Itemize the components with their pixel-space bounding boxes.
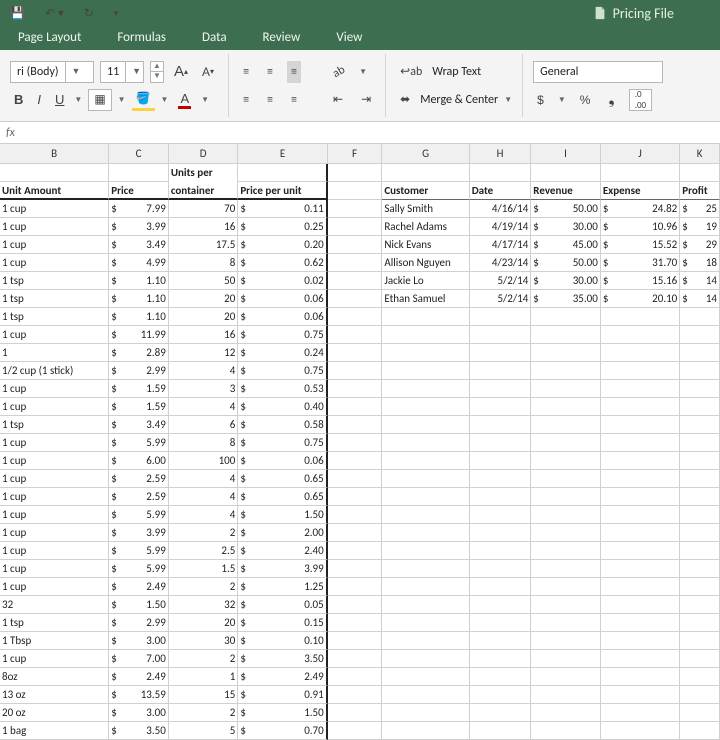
undo-icon[interactable]: ↶ ▾	[41, 2, 68, 24]
merge-icon[interactable]: ⬌	[396, 89, 414, 111]
font-size-combo[interactable]: 11▼	[100, 61, 144, 83]
spreadsheet-grid[interactable]: B C D E F G H I J K Units perUnit Amount…	[0, 144, 720, 740]
table-row[interactable]: 1 cup$5.994$1.50	[0, 506, 720, 524]
wrap-text-button[interactable]: Wrap Text	[432, 65, 481, 79]
window-title: Pricing File	[613, 5, 674, 22]
decrease-indent-icon[interactable]: ⇤	[329, 89, 347, 111]
underline-dropdown-icon[interactable]: ▼	[74, 95, 82, 105]
table-row[interactable]: 32$1.5032$0.05	[0, 596, 720, 614]
table-row[interactable]: 1 tsp$1.1020$0.06	[0, 308, 720, 326]
table-row[interactable]: 1 Tbsp$3.0030$0.10	[0, 632, 720, 650]
table-row[interactable]: 1/2 cup (1 stick)$2.994$0.75	[0, 362, 720, 380]
table-row[interactable]: 1 tsp$2.9920$0.15	[0, 614, 720, 632]
tab-page-layout[interactable]: Page Layout	[0, 26, 99, 50]
table-row[interactable]: 1 cup$1.594$0.40	[0, 398, 720, 416]
table-row[interactable]: 13 oz$13.5915$0.91	[0, 686, 720, 704]
tab-review[interactable]: Review	[245, 26, 319, 50]
bold-button[interactable]: B	[10, 89, 27, 111]
fontcolor-dropdown-icon[interactable]: ▼	[201, 95, 209, 105]
table-row[interactable]: 1 cup$5.992.5$2.40	[0, 542, 720, 560]
merge-center-button[interactable]: Merge & Center	[420, 93, 498, 107]
table-row[interactable]: 1 cup$3.9916$0.25Rachel Adams4/19/14$30.…	[0, 218, 720, 236]
group-font: ri (Body)▼ 11▼ ▲▼ A▴ A▾ B I U ▼ ▦ ▼ 🪣 ▼ …	[0, 54, 229, 117]
qat-customize-icon[interactable]: ▾	[110, 2, 123, 24]
table-row[interactable]: 1 cup$2.594$0.65	[0, 488, 720, 506]
group-wrap-merge: ↩ab Wrap Text ⬌ Merge & Center ▼	[386, 54, 523, 117]
underline-button[interactable]: U	[51, 89, 68, 111]
table-row[interactable]: 1 tsp$1.1050$0.02Jackie Lo5/2/14$30.00$1…	[0, 272, 720, 290]
col-header[interactable]: B	[0, 144, 109, 164]
table-row[interactable]: 1 cup$7.002$3.50	[0, 650, 720, 668]
table-row[interactable]: 1 cup$11.9916$0.75	[0, 326, 720, 344]
comma-button[interactable]: ❟	[604, 89, 618, 111]
font-name-combo[interactable]: ri (Body)▼	[10, 61, 94, 83]
align-right-icon[interactable]: ≡	[287, 89, 301, 111]
align-middle-icon[interactable]: ≡	[263, 61, 277, 83]
merge-dropdown-icon[interactable]: ▼	[504, 95, 512, 105]
align-top-icon[interactable]: ≡	[239, 61, 253, 83]
number-format-combo[interactable]: General	[533, 61, 663, 83]
table-row[interactable]: 8oz$2.491$2.49	[0, 668, 720, 686]
redo-icon[interactable]: ↻	[80, 2, 98, 24]
titlebar: 💾 ↶ ▾ ↻ ▾ Pricing File	[0, 0, 720, 26]
table-row[interactable]: 1 tsp$1.1020$0.06Ethan Samuel5/2/14$35.0…	[0, 290, 720, 308]
align-bottom-icon[interactable]: ≡	[287, 61, 301, 83]
table-row[interactable]: 1 cup$5.998$0.75	[0, 434, 720, 452]
table-row[interactable]: 1 cup$5.991.5$3.99	[0, 560, 720, 578]
increase-font-icon[interactable]: A▴	[170, 61, 192, 83]
italic-button[interactable]: I	[33, 89, 45, 111]
col-header[interactable]: H	[470, 144, 532, 164]
table-row[interactable]: 1 cup$4.998$0.62Allison Nguyen4/23/14$50…	[0, 254, 720, 272]
tab-formulas[interactable]: Formulas	[99, 26, 184, 50]
fill-color-button[interactable]: 🪣	[132, 89, 155, 111]
ribbon-tabs: Page Layout Formulas Data Review View	[0, 26, 720, 50]
col-header[interactable]: K	[680, 144, 720, 164]
borders-dropdown-icon[interactable]: ▼	[118, 95, 126, 105]
col-header[interactable]: F	[328, 144, 383, 164]
currency-dropdown-icon[interactable]: ▼	[558, 95, 566, 105]
tab-view[interactable]: View	[318, 26, 380, 50]
orientation-icon[interactable]: ab	[325, 57, 353, 86]
increase-indent-icon[interactable]: ⇥	[357, 89, 375, 111]
col-header[interactable]: J	[601, 144, 680, 164]
table-row[interactable]: 1 cup$3.4917.5$0.20Nick Evans4/17/14$45.…	[0, 236, 720, 254]
table-row[interactable]: 1$2.8912$0.24	[0, 344, 720, 362]
save-icon[interactable]: 💾	[6, 2, 29, 24]
orientation-dropdown-icon[interactable]: ▼	[359, 67, 367, 77]
table-row[interactable]: 1 cup$2.594$0.65	[0, 470, 720, 488]
table-row[interactable]: 1 cup$7.9970$0.11Sally Smith4/16/14$50.0…	[0, 200, 720, 218]
ribbon: ri (Body)▼ 11▼ ▲▼ A▴ A▾ B I U ▼ ▦ ▼ 🪣 ▼ …	[0, 50, 720, 122]
table-row[interactable]: 20 oz$3.002$1.50	[0, 704, 720, 722]
decrease-font-icon[interactable]: A▾	[198, 61, 218, 83]
font-size-stepper[interactable]: ▲▼	[150, 61, 164, 83]
tab-data[interactable]: Data	[184, 26, 245, 50]
column-headers: B C D E F G H I J K	[0, 144, 720, 164]
col-header[interactable]: D	[169, 144, 239, 164]
group-alignment: ≡ ≡ ≡ ab ▼ ≡ ≡ ≡ ⇤ ⇥	[229, 54, 386, 117]
col-header[interactable]: C	[109, 144, 169, 164]
file-icon	[593, 6, 607, 20]
font-color-button[interactable]: A	[174, 89, 195, 111]
fx-label: fx	[6, 126, 15, 140]
group-number: General $ ▼ % ❟ .0.00	[523, 54, 673, 117]
align-left-icon[interactable]: ≡	[239, 89, 253, 111]
table-row[interactable]: 1 cup$1.593$0.53	[0, 380, 720, 398]
borders-button[interactable]: ▦	[88, 89, 111, 111]
table-row[interactable]: 1 bag$3.505$0.70	[0, 722, 720, 740]
table-row[interactable]: 1 cup$6.00100$0.06	[0, 452, 720, 470]
col-header[interactable]: G	[382, 144, 469, 164]
percent-button[interactable]: %	[576, 89, 595, 111]
formula-bar[interactable]: fx	[0, 122, 720, 144]
table-row[interactable]: 1 cup$2.492$1.25	[0, 578, 720, 596]
wrap-text-icon[interactable]: ↩ab	[396, 61, 426, 83]
col-header[interactable]: I	[531, 144, 601, 164]
increase-decimal-button[interactable]: .0.00	[629, 89, 652, 111]
align-center-icon[interactable]: ≡	[263, 89, 277, 111]
currency-button[interactable]: $	[533, 89, 548, 111]
table-row[interactable]: 1 tsp$3.496$0.58	[0, 416, 720, 434]
fill-dropdown-icon[interactable]: ▼	[161, 95, 169, 105]
table-row[interactable]: 1 cup$3.992$2.00	[0, 524, 720, 542]
col-header[interactable]: E	[238, 144, 327, 164]
